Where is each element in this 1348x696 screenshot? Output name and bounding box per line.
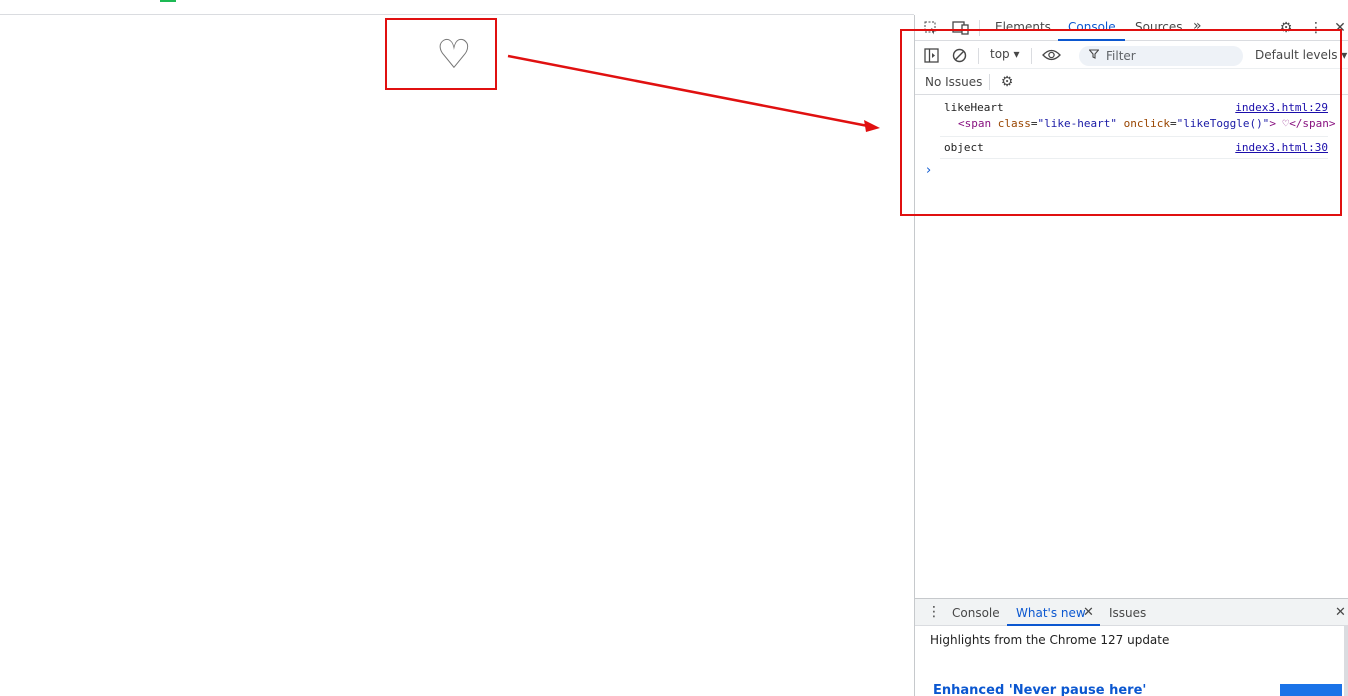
annotation-box-console	[900, 29, 1342, 216]
page-viewport: ♡	[0, 15, 914, 696]
close-drawer-icon[interactable]: ✕	[1335, 605, 1346, 620]
drawer-menu-icon[interactable]: ⋮	[927, 604, 941, 620]
close-tab-icon[interactable]: ✕	[1083, 605, 1094, 620]
drawer-scrollbar[interactable]	[1344, 626, 1348, 696]
drawer-tab-issues[interactable]: Issues	[1109, 606, 1146, 620]
browser-top-strip	[0, 0, 914, 15]
drawer-tab-bar: ⋮ Console What's new ✕ Issues ✕	[915, 599, 1348, 626]
screenshot-root: ♡ Elements Console Sources » ⚙ ⋮ ✕ top ▾…	[0, 0, 1348, 696]
drawer-tab-whats-new[interactable]: What's new	[1016, 606, 1086, 620]
feature-link[interactable]: Enhanced 'Never pause here'	[933, 683, 1146, 696]
whats-new-heading: Highlights from the Chrome 127 update	[930, 633, 1170, 647]
feature-thumbnail	[1280, 684, 1342, 696]
annotation-box-heart	[385, 18, 497, 90]
devtools-drawer: ⋮ Console What's new ✕ Issues ✕ Highligh…	[915, 598, 1348, 696]
tab-indicator	[160, 0, 176, 2]
drawer-tab-console[interactable]: Console	[952, 606, 1000, 620]
drawer-active-tab-indicator	[1007, 624, 1100, 626]
